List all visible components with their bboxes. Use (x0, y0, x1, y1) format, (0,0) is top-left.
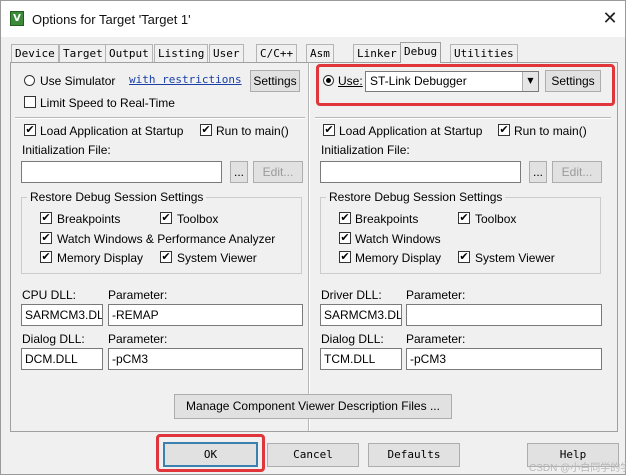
left-system-viewer-checkbox[interactable]: ✔ (160, 251, 172, 263)
left-toolbox-checkbox[interactable]: ✔ (160, 212, 172, 224)
right-browse-button[interactable]: ... (529, 161, 547, 183)
right-watch-label: Watch Windows (355, 232, 441, 246)
left-edit-button[interactable]: Edit... (253, 161, 303, 183)
right-toolbox-checkbox[interactable]: ✔ (458, 212, 470, 224)
right-load-app-label: Load Application at Startup (339, 124, 483, 138)
right-breakpoints-checkbox[interactable]: ✔ (339, 212, 351, 224)
left-memory-checkbox[interactable]: ✔ (40, 251, 52, 263)
right-memory-checkbox[interactable]: ✔ (339, 251, 351, 263)
right-init-file-input[interactable] (320, 161, 521, 183)
right-init-file-label: Initialization File: (321, 143, 410, 157)
left-dialog-param-label: Parameter: (108, 332, 168, 346)
driver-dll-field[interactable]: SARMCM3.DLL (320, 304, 402, 326)
left-memory-label: Memory Display (57, 251, 144, 265)
cpu-param-field[interactable]: -REMAP (108, 304, 303, 326)
driver-param-field[interactable] (406, 304, 602, 326)
ok-button[interactable]: OK (163, 442, 258, 467)
simulator-settings-button[interactable]: Settings (250, 70, 300, 92)
debugger-select-value: ST-Link Debugger (370, 74, 467, 88)
left-dialog-dll-label: Dialog DLL: (22, 332, 85, 346)
right-memory-label: Memory Display (355, 251, 442, 265)
left-watch-checkbox[interactable]: ✔ (40, 232, 52, 244)
window-title: Options for Target 'Target 1' (32, 12, 191, 27)
watermark: CSDN @小白同学的学习 (529, 463, 626, 474)
tab-user[interactable]: User (209, 44, 244, 62)
tab-utilities[interactable]: Utilities (450, 44, 518, 62)
left-watch-label: Watch Windows & Performance Analyzer (57, 232, 276, 246)
right-dialog-dll-label: Dialog DLL: (321, 332, 384, 346)
right-dialog-dll-field[interactable]: TCM.DLL (320, 348, 402, 370)
left-dialog-dll-field[interactable]: DCM.DLL (21, 348, 103, 370)
left-toolbox-label: Toolbox (177, 212, 219, 226)
right-system-viewer-label: System Viewer (475, 251, 555, 265)
defaults-button[interactable]: Defaults (368, 443, 460, 467)
chevron-down-icon[interactable]: ▼ (522, 72, 538, 91)
close-icon[interactable]: ✕ (598, 7, 622, 31)
right-system-viewer-checkbox[interactable]: ✔ (458, 251, 470, 263)
limit-speed-checkbox[interactable] (24, 96, 36, 108)
right-restore-group-title: Restore Debug Session Settings (326, 190, 506, 204)
tab-listing[interactable]: Listing (154, 44, 209, 62)
restrictions-link[interactable]: with restrictions (129, 73, 242, 86)
use-debugger-radio[interactable] (323, 75, 334, 86)
debugger-settings-button[interactable]: Settings (545, 70, 601, 92)
tab-device[interactable]: Device (11, 44, 59, 62)
use-simulator-radio[interactable] (24, 75, 35, 86)
debugger-select[interactable]: ST-Link Debugger ▼ (365, 71, 539, 92)
left-breakpoints-label: Breakpoints (57, 212, 121, 226)
left-breakpoints-checkbox[interactable]: ✔ (40, 212, 52, 224)
tab-linker[interactable]: Linker (353, 44, 401, 62)
title-bar: V Options for Target 'Target 1' ✕ (1, 1, 625, 37)
driver-param-label: Parameter: (406, 288, 466, 302)
left-init-file-input[interactable] (21, 161, 222, 183)
tab-output[interactable]: Output (105, 44, 153, 62)
right-separator (315, 117, 611, 119)
right-dialog-param-field[interactable]: -pCM3 (406, 348, 602, 370)
left-run-main-checkbox[interactable]: ✔ (200, 124, 212, 136)
manage-component-viewer-button[interactable]: Manage Component Viewer Description File… (174, 394, 452, 419)
right-dialog-param-label: Parameter: (406, 332, 466, 346)
limit-speed-label: Limit Speed to Real-Time (40, 96, 175, 110)
left-separator (15, 117, 305, 119)
tab-target[interactable]: Target (59, 44, 107, 62)
left-browse-button[interactable]: ... (230, 161, 248, 183)
tab-debug[interactable]: Debug (400, 42, 442, 63)
left-dialog-param-field[interactable]: -pCM3 (108, 348, 303, 370)
use-debugger-label: Use: (338, 74, 363, 88)
options-dialog: V Options for Target 'Target 1' ✕ Device… (0, 0, 626, 475)
cpu-dll-label: CPU DLL: (22, 288, 77, 302)
tab-asm[interactable]: Asm (306, 44, 334, 62)
keil-app-icon: V (10, 11, 24, 26)
left-load-app-label: Load Application at Startup (40, 124, 184, 138)
use-simulator-label: Use Simulator (40, 74, 116, 88)
right-watch-checkbox[interactable]: ✔ (339, 232, 351, 244)
driver-dll-label: Driver DLL: (321, 288, 382, 302)
right-run-main-label: Run to main() (514, 124, 587, 138)
left-system-viewer-label: System Viewer (177, 251, 257, 265)
right-load-app-checkbox[interactable]: ✔ (323, 124, 335, 136)
left-init-file-label: Initialization File: (22, 143, 111, 157)
right-breakpoints-label: Breakpoints (355, 212, 419, 226)
cpu-dll-field[interactable]: SARMCM3.DLL (21, 304, 103, 326)
left-restore-group-title: Restore Debug Session Settings (27, 190, 207, 204)
column-divider (308, 63, 310, 431)
cancel-button[interactable]: Cancel (267, 443, 359, 467)
cpu-param-label: Parameter: (108, 288, 168, 302)
tab-c-cpp[interactable]: C/C++ (256, 44, 298, 62)
left-run-main-label: Run to main() (216, 124, 289, 138)
right-edit-button[interactable]: Edit... (552, 161, 602, 183)
right-run-main-checkbox[interactable]: ✔ (498, 124, 510, 136)
left-load-app-checkbox[interactable]: ✔ (24, 124, 36, 136)
right-toolbox-label: Toolbox (475, 212, 517, 226)
